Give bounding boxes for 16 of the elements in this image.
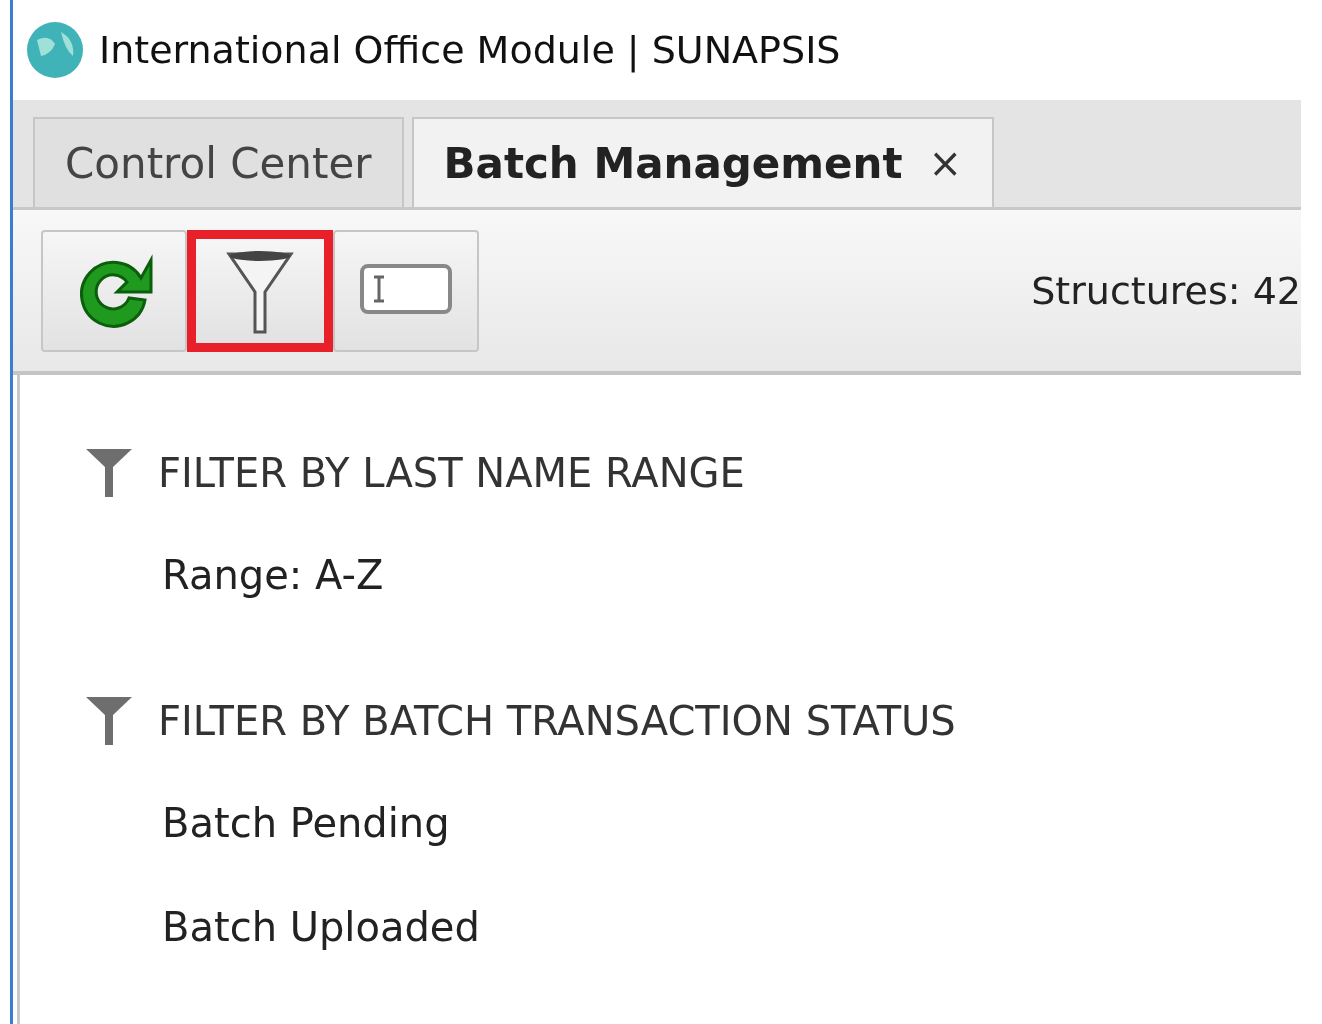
filter-option[interactable]: Batch Pending xyxy=(162,771,450,875)
globe-icon xyxy=(25,20,85,80)
filter-icon xyxy=(86,449,132,497)
filter-option[interactable]: Batch Uploaded xyxy=(162,875,480,979)
window-title: International Office Module | SUNAPSIS xyxy=(99,28,841,72)
tab[interactable]: Control Center xyxy=(33,117,404,207)
filter-button[interactable] xyxy=(187,229,333,352)
textfield-button[interactable] xyxy=(333,229,479,352)
filter-option[interactable]: Range: A-Z xyxy=(162,523,384,627)
tab[interactable]: Batch Management × xyxy=(411,117,995,207)
filter-icon xyxy=(86,697,132,745)
refresh-button[interactable] xyxy=(41,229,187,352)
close-button[interactable]: × xyxy=(928,140,963,186)
filter-heading: FILTER BY BATCH TRANSACTION STATUS xyxy=(158,698,956,744)
filter-heading: FILTER BY LAST NAME RANGE xyxy=(158,450,745,496)
structures-count: Structures: 42 xyxy=(1031,268,1301,313)
